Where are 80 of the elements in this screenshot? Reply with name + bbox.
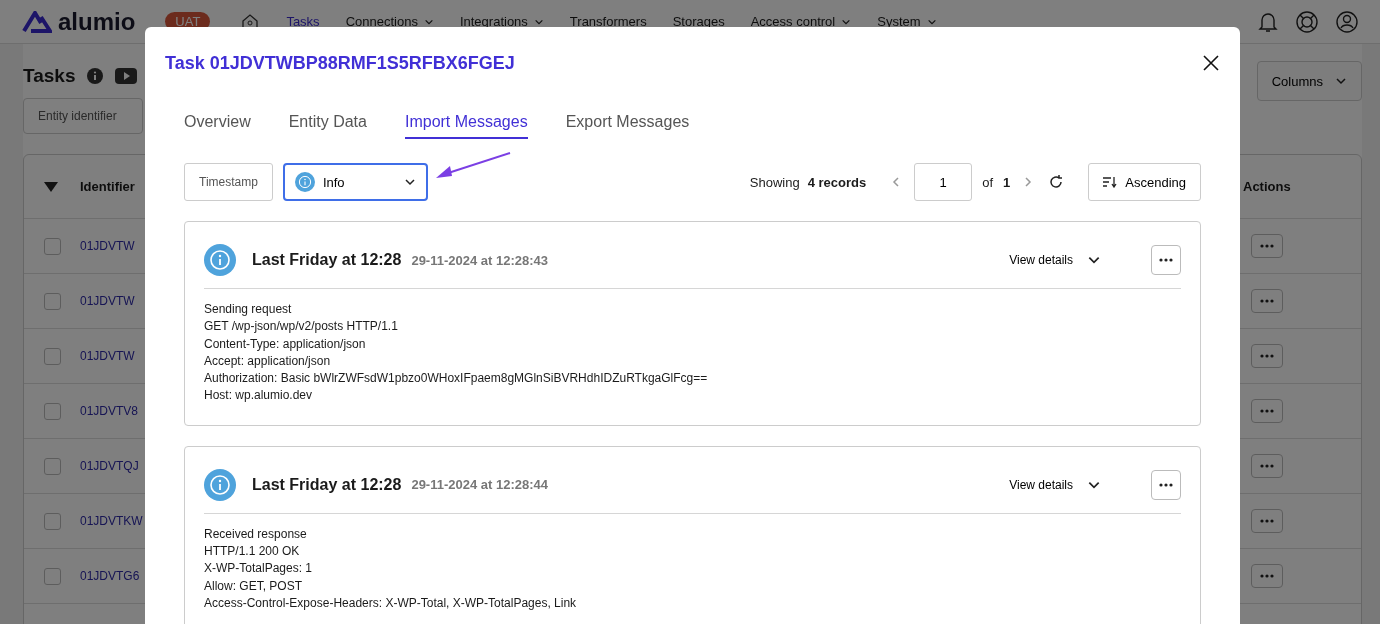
tab[interactable]: Export Messages xyxy=(565,113,690,139)
more-icon xyxy=(1260,244,1274,248)
message-line: Host: wp.alumio.dev xyxy=(204,387,314,405)
row-actions-button[interactable] xyxy=(1251,234,1283,258)
tab[interactable]: Import Messages xyxy=(404,113,528,139)
row-actions-button[interactable] xyxy=(1251,289,1283,313)
nav-link[interactable]: Integrations xyxy=(459,14,544,29)
page-title: Tasks xyxy=(23,65,76,87)
nav-link[interactable]: Transformers xyxy=(569,14,647,29)
message-actions-button[interactable] xyxy=(1151,245,1181,275)
more-icon xyxy=(1260,519,1274,523)
row-checkbox[interactable] xyxy=(44,402,61,420)
message-line: X-WP-TotalPages: 1 xyxy=(204,560,314,578)
message-title: Last Friday at 12:28 xyxy=(252,251,402,269)
view-details-button[interactable]: View details xyxy=(1003,252,1107,268)
dialog-title: Task 01JDVTWBP88RMF1S5RFBX6FGEJ xyxy=(165,52,515,74)
row-actions-button[interactable] xyxy=(1251,454,1283,478)
nav-link[interactable]: Tasks xyxy=(286,14,320,29)
message-actions-button[interactable] xyxy=(1151,469,1181,500)
row-checkbox[interactable] xyxy=(44,457,61,475)
message-timestamp: 29-11-2024 at 12:28:43 xyxy=(411,252,548,268)
message-line: Content-Type: application/json xyxy=(204,335,367,353)
row-checkbox[interactable] xyxy=(44,512,61,530)
logo-text: alumio xyxy=(58,7,136,36)
row-checkbox[interactable] xyxy=(44,347,61,365)
message-line: Received response xyxy=(204,525,308,543)
user-icon[interactable] xyxy=(1336,10,1358,33)
message-title: Last Friday at 12:28 xyxy=(252,475,402,494)
message-line: Allow: GET, POST xyxy=(204,577,304,595)
page-input[interactable]: 1 xyxy=(914,163,973,201)
nav-link[interactable]: Storages xyxy=(672,14,725,29)
row-actions-button[interactable] xyxy=(1251,399,1283,423)
of-label: of xyxy=(982,174,994,190)
entity-identifier-field[interactable]: Entity identifier xyxy=(23,98,143,134)
row-checkbox[interactable] xyxy=(44,567,61,585)
lifebuoy-icon[interactable] xyxy=(1296,10,1318,33)
row-actions-button[interactable] xyxy=(1251,344,1283,368)
total-pages: 1 xyxy=(1003,174,1011,190)
message-line: HTTP/1.1 200 OK xyxy=(204,543,301,561)
nav-link[interactable]: Access control xyxy=(750,14,852,29)
more-icon xyxy=(1260,574,1274,578)
nav-link[interactable]: Connections xyxy=(345,14,434,29)
more-icon xyxy=(1159,258,1173,262)
chevron-down-icon xyxy=(403,176,416,188)
more-icon xyxy=(1260,464,1274,468)
nav-link[interactable]: System xyxy=(877,14,937,29)
level-select[interactable]: Info xyxy=(282,163,428,201)
info-icon[interactable] xyxy=(87,68,104,84)
view-details-button[interactable]: View details xyxy=(1003,476,1107,493)
sort-order-button[interactable]: Ascending xyxy=(1088,163,1201,201)
message-line: Accept: application/json xyxy=(204,352,332,370)
info-icon xyxy=(204,468,236,501)
video-icon[interactable] xyxy=(115,68,138,84)
record-count: 4 records xyxy=(807,174,867,190)
tab[interactable]: Overview xyxy=(184,113,251,139)
row-checkbox[interactable] xyxy=(44,292,61,310)
more-icon xyxy=(1159,482,1173,487)
row-checkbox[interactable] xyxy=(44,237,61,255)
message-timestamp: 29-11-2024 at 12:28:44 xyxy=(411,477,548,493)
columns-button[interactable]: Columns xyxy=(1256,61,1362,101)
sort-icon xyxy=(1103,176,1118,188)
showing-label: Showing xyxy=(749,174,800,190)
column-header: Actions xyxy=(1243,179,1291,194)
more-icon xyxy=(1260,409,1274,413)
info-icon xyxy=(204,244,236,276)
tab[interactable]: Entity Data xyxy=(288,113,367,139)
row-actions-button[interactable] xyxy=(1251,564,1283,588)
message-line: Access-Control-Expose-Headers: X-WP-Total, X-WP-TotalPages, Link xyxy=(204,594,578,612)
sort-caret-icon[interactable] xyxy=(44,181,58,192)
chevron-down-icon xyxy=(1335,75,1347,87)
row-actions-button[interactable] xyxy=(1251,509,1283,533)
logo-icon xyxy=(22,10,52,33)
info-icon xyxy=(294,172,315,192)
message-line: GET /wp-json/wp/v2/posts HTTP/1.1 xyxy=(204,318,399,336)
more-icon xyxy=(1260,299,1274,303)
bell-icon[interactable] xyxy=(1258,10,1278,33)
more-icon xyxy=(1260,354,1274,358)
message-line: Sending request xyxy=(204,301,293,318)
message-line: Authorization: Basic bWlrZWFsdW1pbzo0WHoxIFpaem8gMGlnSiBVRHdhIDZuRTkgaGlFcg== xyxy=(204,370,709,388)
sort-field-button[interactable]: Timestamp xyxy=(184,163,273,201)
